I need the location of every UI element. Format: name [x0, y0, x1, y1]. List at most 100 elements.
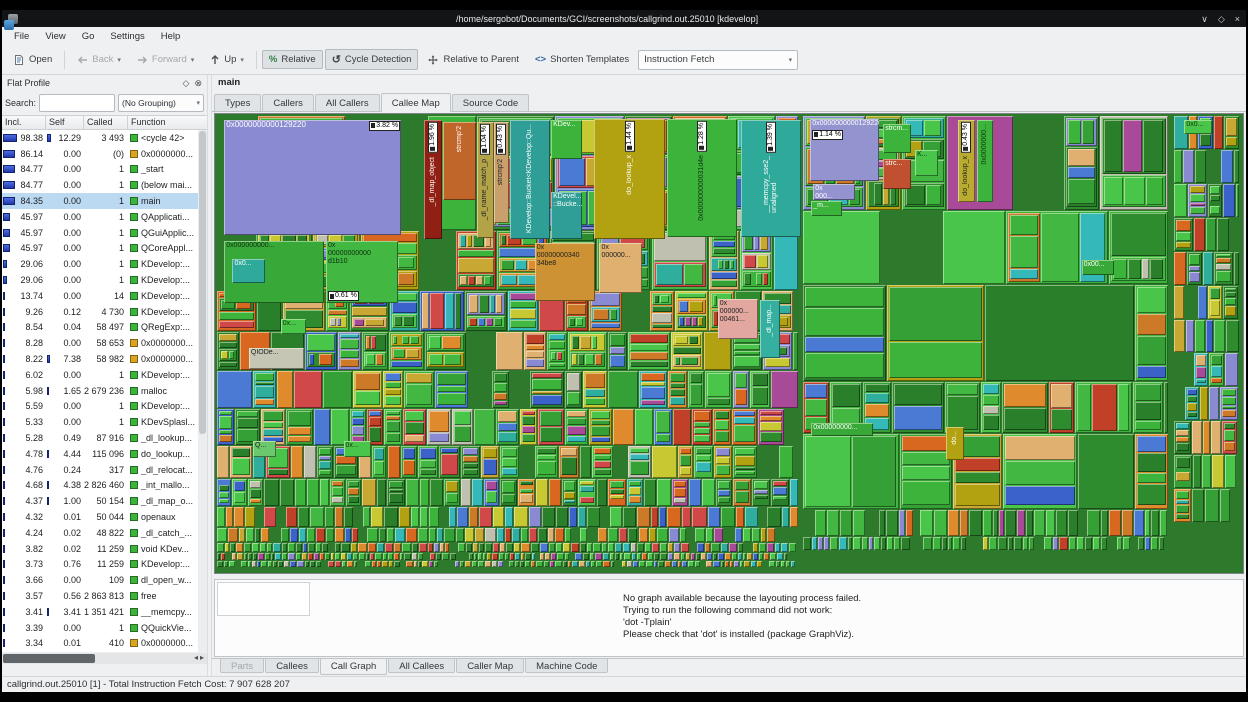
treemap-block[interactable]: [1122, 509, 1134, 536]
treemap-block[interactable]: [219, 311, 254, 321]
table-row[interactable]: 5.33 0.00 1 KDevSplasl...: [2, 414, 207, 430]
treemap-block[interactable]: [1142, 120, 1163, 172]
treemap-block[interactable]: [219, 498, 230, 503]
table-row[interactable]: 4.78 4.44 115 096 do_lookup...: [2, 446, 207, 462]
treemap-block[interactable]: [551, 553, 556, 561]
menu-help[interactable]: Help: [153, 29, 189, 44]
treemap-block[interactable]: [340, 339, 359, 349]
treemap-block[interactable]: [347, 495, 360, 503]
treemap-block[interactable]: [1200, 133, 1211, 146]
treemap-block[interactable]: [668, 371, 688, 409]
treemap-block[interactable]: [402, 460, 416, 476]
treemap-block[interactable]: [773, 481, 788, 487]
treemap-block[interactable]: [403, 315, 415, 326]
treemap-block[interactable]: [729, 260, 734, 270]
treemap-block[interactable]: [692, 317, 698, 326]
treemap-block[interactable]: [729, 561, 734, 567]
treemap-block[interactable]: [267, 468, 289, 476]
treemap-block[interactable]: [492, 506, 504, 527]
treemap-block[interactable]: [352, 426, 364, 436]
treemap-block[interactable]: [331, 409, 350, 445]
treemap-block[interactable]: [631, 553, 636, 561]
treemap-block[interactable]: [607, 479, 627, 506]
treemap-block[interactable]: [638, 561, 646, 567]
treemap-block[interactable]: [1174, 421, 1192, 455]
treemap-block[interactable]: [531, 561, 536, 567]
column-header-function[interactable]: Function: [128, 116, 207, 129]
treemap-block[interactable]: [1187, 183, 1207, 217]
treemap-block[interactable]: [695, 527, 705, 542]
treemap-block[interactable]: [328, 561, 334, 567]
treemap-block[interactable]: [923, 120, 942, 137]
treemap-block[interactable]: [733, 343, 761, 350]
treemap-block[interactable]: [383, 506, 398, 527]
treemap-block[interactable]: [304, 445, 317, 479]
treemap-block[interactable]: [1068, 178, 1095, 205]
treemap-block[interactable]: [347, 488, 360, 495]
treemap-block[interactable]: [394, 527, 406, 542]
treemap-label[interactable]: 1.96 % _dl_map_object: [423, 119, 443, 240]
treemap-block[interactable]: [548, 527, 555, 542]
treemap-block[interactable]: [413, 561, 417, 567]
treemap-block[interactable]: [234, 492, 245, 503]
treemap-block[interactable]: [352, 527, 359, 542]
treemap-block[interactable]: [412, 553, 417, 561]
table-row[interactable]: 4.37 1.00 50 154 _dl_map_o...: [2, 493, 207, 509]
treemap-block[interactable]: [420, 291, 465, 331]
treemap-block[interactable]: [517, 479, 536, 506]
treemap-block[interactable]: [467, 315, 506, 328]
treemap-block[interactable]: [364, 318, 385, 326]
treemap-block[interactable]: [1209, 353, 1225, 387]
treemap-block[interactable]: [731, 409, 758, 445]
treemap-block[interactable]: [463, 469, 478, 476]
treemap-block[interactable]: [1111, 213, 1166, 257]
treemap-block[interactable]: [570, 351, 606, 368]
treemap-block[interactable]: [528, 506, 541, 527]
treemap-block[interactable]: [773, 496, 788, 500]
treemap-block[interactable]: [217, 331, 239, 371]
treemap-block[interactable]: [461, 445, 480, 479]
treemap-block[interactable]: [374, 553, 382, 561]
treemap-block[interactable]: [496, 331, 524, 371]
treemap-block[interactable]: [925, 185, 942, 206]
treemap-block[interactable]: [418, 445, 438, 479]
treemap-block[interactable]: [942, 536, 948, 550]
treemap-block[interactable]: [497, 527, 504, 542]
treemap-block[interactable]: [652, 305, 673, 312]
treemap-block[interactable]: [520, 527, 528, 542]
treemap-block[interactable]: [459, 235, 466, 247]
treemap-block[interactable]: [1207, 183, 1223, 217]
treemap-block[interactable]: [307, 351, 336, 368]
treemap-block[interactable]: [773, 487, 788, 496]
treemap-block[interactable]: [583, 371, 608, 409]
treemap-block[interactable]: [217, 527, 227, 542]
treemap-block[interactable]: [1117, 384, 1130, 431]
treemap-block[interactable]: [478, 542, 484, 553]
callee-map[interactable]: 3.82 % 0x0000000000129220 1.96 % _dl_map_ob…: [214, 113, 1244, 574]
treemap-block[interactable]: [489, 295, 495, 313]
treemap-block[interactable]: [591, 436, 611, 442]
treemap-block[interactable]: [526, 333, 545, 344]
treemap-block[interactable]: [706, 373, 730, 397]
treemap-block[interactable]: [260, 542, 267, 553]
treemap-block[interactable]: [435, 553, 442, 561]
treemap-block[interactable]: [739, 231, 773, 291]
treemap-block[interactable]: [734, 561, 739, 567]
treemap-block[interactable]: [296, 561, 304, 567]
treemap-block[interactable]: [549, 363, 566, 368]
treemap-label[interactable]: QIODe...: [248, 347, 305, 370]
treemap-block[interactable]: [296, 542, 302, 553]
treemap-block[interactable]: [790, 506, 798, 527]
treemap-block[interactable]: [243, 553, 247, 561]
treemap-block[interactable]: [652, 542, 659, 553]
treemap-block[interactable]: [1092, 384, 1117, 431]
shorten-templates-toggle[interactable]: <> Shorten Templates: [528, 50, 636, 69]
treemap-block[interactable]: [712, 295, 718, 307]
treemap-label[interactable]: 1.44 % do_lookup_x: [594, 118, 666, 239]
treemap-block[interactable]: [436, 527, 444, 542]
treemap-block[interactable]: [308, 553, 314, 561]
treemap-block[interactable]: [277, 371, 294, 409]
treemap-block[interactable]: [319, 461, 332, 469]
treemap-block[interactable]: [485, 561, 491, 567]
treemap-block[interactable]: [592, 335, 598, 349]
